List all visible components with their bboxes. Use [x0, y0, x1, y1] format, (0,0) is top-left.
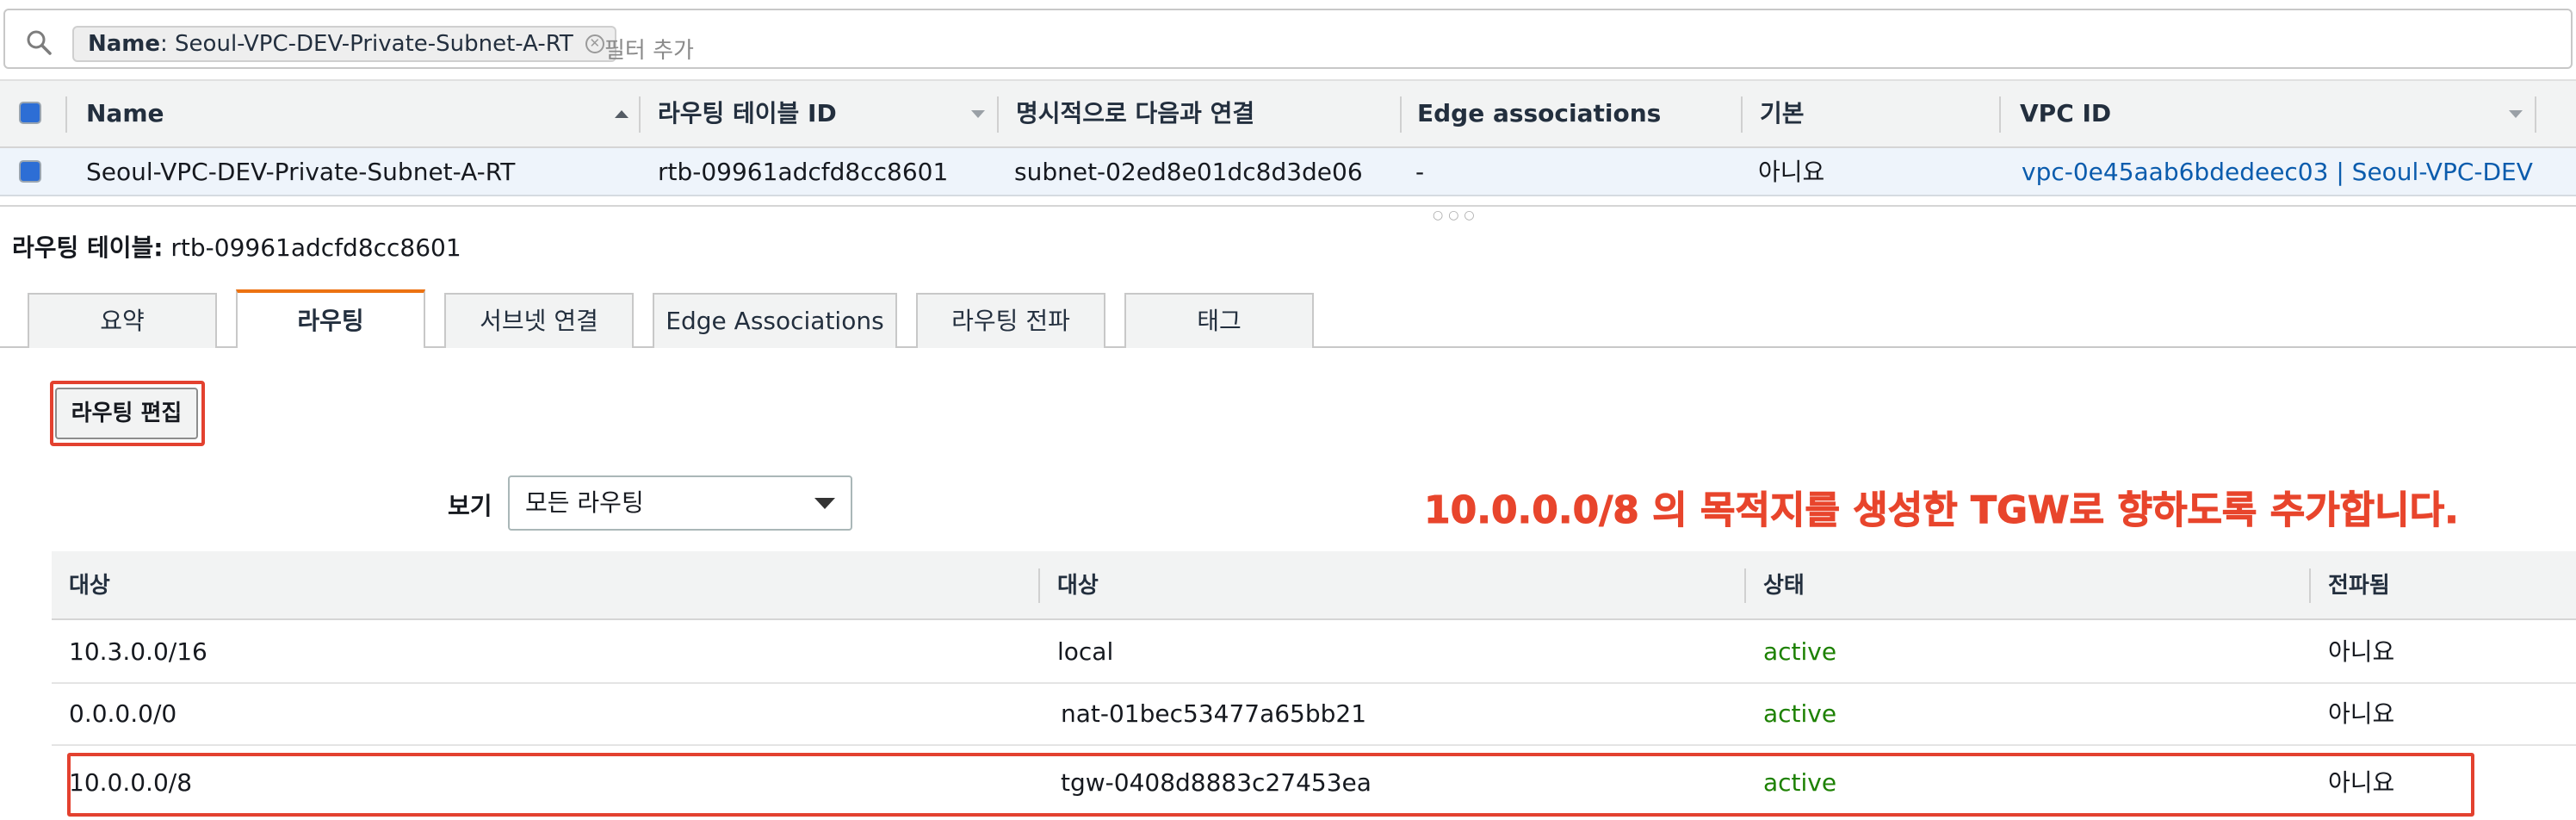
- edit-button-highlight: [50, 381, 205, 446]
- column-divider: [2535, 96, 2536, 133]
- table-row[interactable]: Seoul-VPC-DEV-Private-Subnet-A-RT rtb-09…: [0, 148, 2576, 196]
- column-header-status[interactable]: 상태: [1763, 551, 1805, 620]
- chevron-down-icon: [814, 498, 835, 509]
- detail-title: 라우팅 테이블: rtb-09961adcfd8cc8601: [12, 229, 461, 264]
- filter-bar[interactable]: Name: Seoul-VPC-DEV-Private-Subnet-A-RT …: [3, 9, 2573, 69]
- cell-propagated: 아니요: [2328, 699, 2395, 728]
- drag-handle-icon[interactable]: ○○○: [1433, 208, 1480, 222]
- close-icon[interactable]: ✕: [585, 34, 604, 53]
- sort-icon[interactable]: [2509, 110, 2523, 118]
- cell-destination: 10.3.0.0/16: [69, 637, 207, 666]
- column-header-explicit-association[interactable]: 명시적으로 다음과 연결: [1016, 81, 1254, 146]
- view-select-value: 모든 라우팅: [525, 488, 644, 517]
- cell-edge-associations: -: [1415, 158, 1425, 186]
- filter-token-value: : Seoul-VPC-DEV-Private-Subnet-A-RT: [160, 31, 573, 57]
- cell-route-table-id: rtb-09961adcfd8cc8601: [658, 158, 949, 186]
- vpc-id-link[interactable]: vpc-0e45aab6bdedeec03 | Seoul-VPC-DEV: [2022, 148, 2533, 196]
- tab-summary[interactable]: 요약: [28, 293, 217, 348]
- column-header-name[interactable]: Name: [86, 81, 164, 146]
- annotation-text: 10.0.0.0/8 의 목적지를 생성한 TGW로 향하도록 추가합니다.: [1424, 488, 2460, 533]
- sort-icon[interactable]: [971, 110, 985, 118]
- filter-token-key: Name: [88, 31, 161, 57]
- column-header-vpc-id[interactable]: VPC ID: [2020, 81, 2111, 146]
- view-label: 보기: [448, 492, 492, 520]
- column-divider: [1400, 96, 1402, 133]
- panel-splitter[interactable]: [0, 205, 2576, 207]
- detail-title-label: 라우팅 테이블:: [12, 233, 164, 262]
- detail-title-value: rtb-09961adcfd8cc8601: [170, 233, 461, 262]
- filter-placeholder[interactable]: 필터 추가: [604, 33, 694, 65]
- column-divider: [997, 96, 999, 133]
- column-divider: [639, 96, 641, 133]
- sort-asc-icon[interactable]: [615, 110, 629, 118]
- cell-destination: 0.0.0.0/0: [69, 699, 177, 728]
- tab-routes[interactable]: 라우팅: [236, 289, 425, 348]
- column-header-route-table-id[interactable]: 라우팅 테이블 ID: [658, 81, 837, 146]
- cell-name: Seoul-VPC-DEV-Private-Subnet-A-RT: [86, 158, 516, 186]
- column-header-edge-associations[interactable]: Edge associations: [1417, 81, 1661, 146]
- select-all-checkbox[interactable]: [19, 102, 41, 124]
- target-link[interactable]: nat-01bec53477a65bb21: [1061, 684, 1366, 744]
- tab-tags[interactable]: 태그: [1124, 293, 1314, 348]
- view-select[interactable]: 모든 라우팅: [508, 475, 852, 531]
- column-divider: [2309, 568, 2311, 603]
- row-highlight: [67, 753, 2474, 817]
- cell-status: active: [1763, 637, 1837, 666]
- table-row[interactable]: 0.0.0.0/0 nat-01bec53477a65bb21 active 아…: [52, 684, 2576, 746]
- column-divider: [1038, 568, 1040, 603]
- cell-status: active: [1763, 699, 1837, 728]
- cell-main: 아니요: [1758, 158, 1825, 186]
- column-divider: [1999, 96, 2001, 133]
- cell-propagated: 아니요: [2328, 637, 2395, 666]
- column-header-target[interactable]: 대상: [1057, 551, 1099, 620]
- filter-token[interactable]: Name: Seoul-VPC-DEV-Private-Subnet-A-RT …: [72, 26, 616, 62]
- tab-edge-associations[interactable]: Edge Associations: [653, 293, 897, 348]
- search-icon: [27, 30, 52, 55]
- column-header-main[interactable]: 기본: [1760, 81, 1805, 146]
- cell-target: local: [1057, 637, 1114, 666]
- grid-header: Name 라우팅 테이블 ID 명시적으로 다음과 연결 Edge associ…: [0, 79, 2576, 148]
- column-header-destination[interactable]: 대상: [69, 551, 110, 620]
- tab-route-propagation[interactable]: 라우팅 전파: [916, 293, 1105, 348]
- column-divider: [1744, 568, 1746, 603]
- row-checkbox[interactable]: [19, 160, 41, 183]
- table-row[interactable]: 10.3.0.0/16 local active 아니요: [52, 622, 2576, 684]
- tab-subnet-associations[interactable]: 서브넷 연결: [444, 293, 634, 348]
- column-divider: [65, 96, 67, 133]
- routes-table-header: 대상 대상 상태 전파됨: [52, 551, 2576, 620]
- cell-explicit-association: subnet-02ed8e01dc8d3de06: [1014, 158, 1363, 186]
- column-header-propagated[interactable]: 전파됨: [2328, 551, 2390, 620]
- column-divider: [1741, 96, 1743, 133]
